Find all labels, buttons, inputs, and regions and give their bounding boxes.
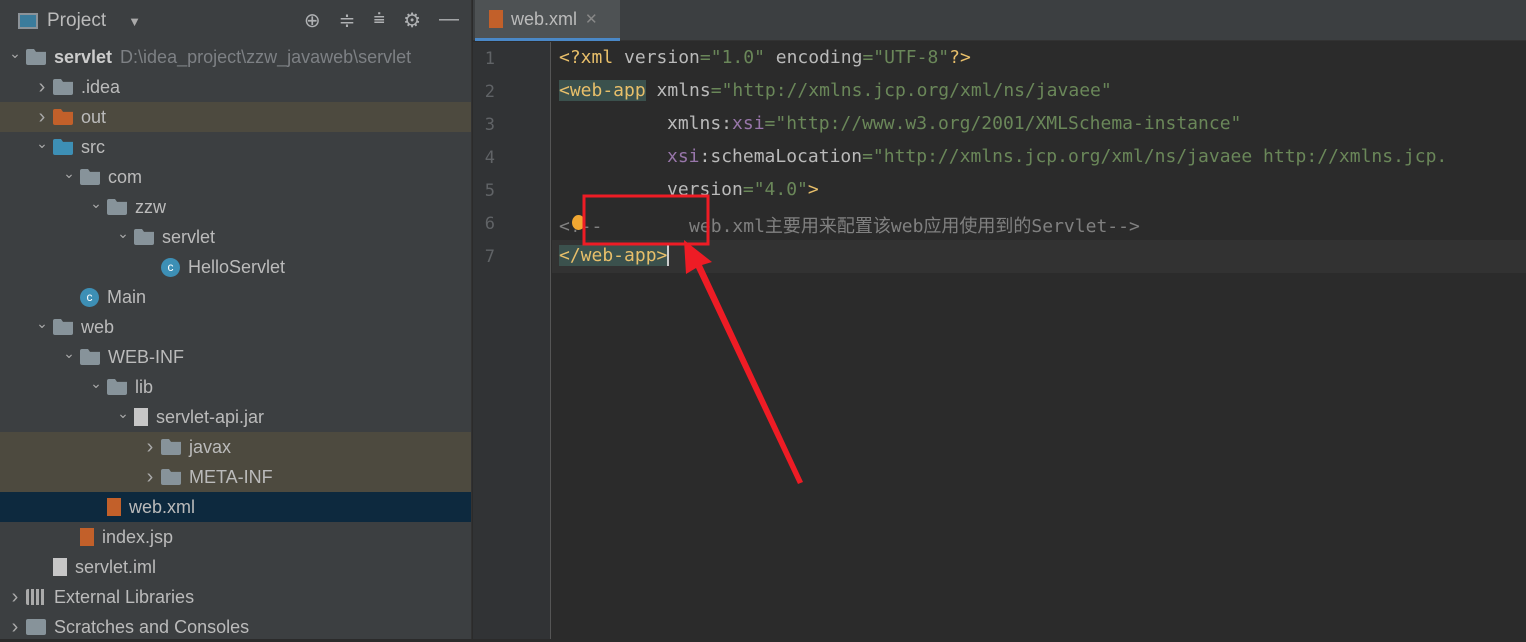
annotation-arrow <box>684 240 803 484</box>
annotation-box <box>582 194 710 246</box>
annotation-overlay <box>582 194 803 484</box>
